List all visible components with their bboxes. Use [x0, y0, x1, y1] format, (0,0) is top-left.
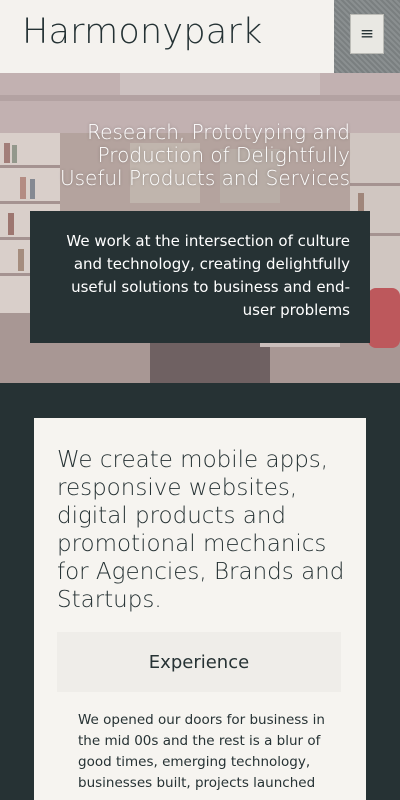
experience-panel-header: Experience — [57, 632, 341, 692]
hamburger-menu-icon: ≡ — [359, 23, 375, 44]
content-card: We create mobile apps, responsive websit… — [34, 418, 366, 800]
experience-title: Experience — [148, 651, 250, 673]
menu-button[interactable]: ≡ — [350, 14, 384, 54]
services-headline: We create mobile apps, responsive websit… — [57, 447, 345, 613]
site-logo[interactable]: Harmonypark — [22, 12, 262, 52]
experience-body: We opened our doors for business in the … — [78, 712, 325, 791]
site-header: Harmonypark ≡ — [0, 0, 400, 73]
hero-section: Research, Prototyping and Production of … — [0, 73, 400, 383]
intro-box: We work at the intersection of culture a… — [30, 211, 370, 343]
hero-tagline: Research, Prototyping and Production of … — [59, 120, 350, 190]
intro-text: We work at the intersection of culture a… — [66, 232, 350, 319]
menu-area: ≡ — [334, 0, 400, 73]
